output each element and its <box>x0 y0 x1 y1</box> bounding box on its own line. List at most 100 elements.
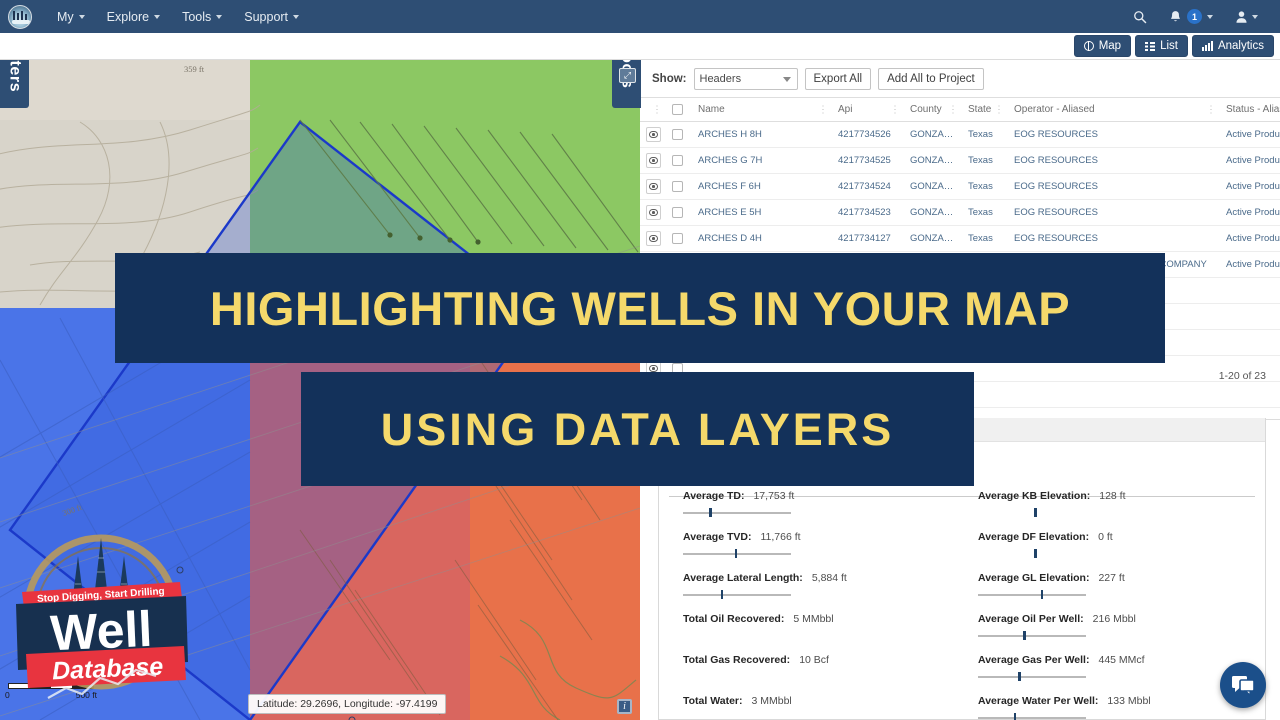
column-menu-icon[interactable]: ⋮ <box>994 105 1004 115</box>
table-row[interactable]: ARCHES D 4H 4217734127 GONZALES Texas EOG RE… <box>640 225 1280 252</box>
show-select[interactable]: Headers <box>693 68 798 90</box>
nav-item-my-label: My <box>57 9 74 24</box>
stat-spacer <box>683 707 962 720</box>
stat-label: Average TD: <box>683 490 745 502</box>
table-row[interactable]: ARCHES G 7H 4217734525 GONZALES Texas EOG RE… <box>640 147 1280 174</box>
column-menu-icon[interactable]: ⋮ <box>652 105 662 115</box>
column-header-state[interactable]: State ⋮ <box>962 97 1008 122</box>
brand-logo-icon[interactable] <box>8 4 32 29</box>
table-header-row: ⋮ Name ⋮ Api ⋮ County ⋮ State ⋮ Operator… <box>640 97 1280 122</box>
row-status-cell: Active Producer <box>1220 173 1280 200</box>
stat-spacer <box>683 666 962 681</box>
column-menu-icon[interactable]: ⋮ <box>1206 105 1216 115</box>
stat-line: Average Water Per Well: 133 Mbbl <box>978 695 1253 707</box>
row-name-cell[interactable]: ARCHES G 7H <box>692 147 832 174</box>
slider-thumb[interactable] <box>1023 631 1026 640</box>
stat-value: 17,753 ft <box>753 490 795 502</box>
row-name-cell[interactable]: ARCHES E 5H <box>692 199 832 226</box>
nav-item-tools[interactable]: Tools <box>171 0 233 33</box>
stat-slider[interactable] <box>978 672 1086 681</box>
notification-badge: 1 <box>1187 9 1202 24</box>
slider-thumb[interactable] <box>1013 713 1017 720</box>
stat-slider[interactable] <box>683 508 791 517</box>
stat-line: Average Gas Per Well: 445 MMcf <box>978 654 1253 666</box>
column-header-api[interactable]: Api ⋮ <box>832 97 904 122</box>
eye-icon-button[interactable] <box>646 153 661 168</box>
row-name-cell[interactable]: ARCHES H 8H <box>692 121 832 148</box>
row-name-cell[interactable]: ARCHES D 4H <box>692 225 832 252</box>
user-menu-button[interactable] <box>1225 0 1268 33</box>
row-name-cell[interactable]: ARCHES F 6H <box>692 173 832 200</box>
chevron-down-icon <box>1207 14 1213 19</box>
stat-slider[interactable] <box>978 508 1086 517</box>
row-county-cell: GONZALES <box>904 199 962 226</box>
stat-value: 445 MMcf <box>1098 654 1145 666</box>
list-icon <box>1145 41 1156 51</box>
stat-slider[interactable] <box>978 631 1086 640</box>
column-menu-icon[interactable]: ⋮ <box>948 105 958 115</box>
nav-item-my[interactable]: My <box>46 0 96 33</box>
row-checkbox[interactable] <box>672 181 683 192</box>
row-checkbox[interactable] <box>672 155 683 166</box>
map-info-button[interactable]: i <box>617 699 632 714</box>
slider-thumb[interactable] <box>734 549 738 558</box>
slider-thumb[interactable] <box>708 508 712 517</box>
slider-thumb[interactable] <box>1034 508 1037 517</box>
search-button[interactable] <box>1123 0 1157 33</box>
nav-item-support[interactable]: Support <box>233 0 310 33</box>
slider-thumb[interactable] <box>1017 672 1021 681</box>
nav-item-explore[interactable]: Explore <box>96 0 171 33</box>
stat-line: Average Oil Per Well: 216 Mbbl <box>978 613 1253 625</box>
stat-slider[interactable] <box>683 549 791 558</box>
table-row[interactable]: ARCHES F 6H 4217734524 GONZALES Texas EOG RE… <box>640 173 1280 200</box>
eye-icon <box>649 157 658 164</box>
eye-icon-button[interactable] <box>646 127 661 142</box>
stat-slider[interactable] <box>978 590 1086 599</box>
chat-widget-button[interactable] <box>1220 662 1266 708</box>
row-visibility-cell <box>640 225 666 252</box>
eye-icon-button[interactable] <box>646 179 661 194</box>
stats-column-right: Average KB Elevation: 128 ft Average DF El… <box>962 490 1253 720</box>
eye-icon-button[interactable] <box>646 205 661 220</box>
add-all-to-project-button[interactable]: Add All to Project <box>878 68 984 90</box>
row-state-cell: Texas <box>962 121 1008 148</box>
row-menu-header: ⋮ <box>640 97 666 122</box>
eye-icon <box>649 209 658 216</box>
column-menu-icon[interactable]: ⋮ <box>890 105 900 115</box>
stat-line: Average TD: 17,753 ft <box>683 490 962 502</box>
notifications-button[interactable]: 1 <box>1159 0 1223 33</box>
column-header-status[interactable]: Status - Aliased ⋮ <box>1220 97 1280 122</box>
column-header-name[interactable]: Name ⋮ <box>692 97 832 122</box>
list-view-button[interactable]: List <box>1135 35 1188 57</box>
eye-icon-button[interactable] <box>646 231 661 246</box>
row-checkbox[interactable] <box>672 233 683 244</box>
row-api-cell: 4217734526 <box>832 121 904 148</box>
row-checkbox[interactable] <box>672 207 683 218</box>
table-row[interactable]: ARCHES E 5H 4217734523 GONZALES Texas EOG RE… <box>640 199 1280 226</box>
column-header-county[interactable]: County ⋮ <box>904 97 962 122</box>
column-menu-icon[interactable]: ⋮ <box>818 105 828 115</box>
row-checkbox[interactable] <box>672 129 683 140</box>
row-county-cell: GONZALES <box>904 147 962 174</box>
column-header-operator-label: Operator - Aliased <box>1014 104 1095 115</box>
stat-row: Total Oil Recovered: 5 MMbbl <box>683 613 962 640</box>
bell-icon <box>1171 10 1180 21</box>
slider-thumb[interactable] <box>1034 549 1037 558</box>
row-operator-cell: EOG RESOURCES <box>1008 225 1220 252</box>
stat-label: Average TVD: <box>683 531 752 543</box>
table-row[interactable]: ARCHES H 8H 4217734526 GONZALES Texas EOG RE… <box>640 121 1280 148</box>
map-view-button[interactable]: Map <box>1073 35 1132 57</box>
stat-label: Average Water Per Well: <box>978 695 1099 707</box>
select-all-checkbox[interactable] <box>672 104 683 115</box>
stat-slider[interactable] <box>978 713 1086 720</box>
column-header-api-label: Api <box>838 104 853 115</box>
slider-thumb[interactable] <box>1040 590 1044 599</box>
export-all-button[interactable]: Export All <box>804 68 872 90</box>
tools-expand-button[interactable]: ⤢ <box>619 68 636 83</box>
slider-thumb[interactable] <box>720 590 724 599</box>
overlay-title-banner-2: USING DATA LAYERS <box>301 372 974 486</box>
stat-slider[interactable] <box>978 549 1086 558</box>
analytics-view-button[interactable]: Analytics <box>1191 35 1274 57</box>
stat-slider[interactable] <box>683 590 791 599</box>
column-header-operator[interactable]: Operator - Aliased ⋮ <box>1008 97 1220 122</box>
